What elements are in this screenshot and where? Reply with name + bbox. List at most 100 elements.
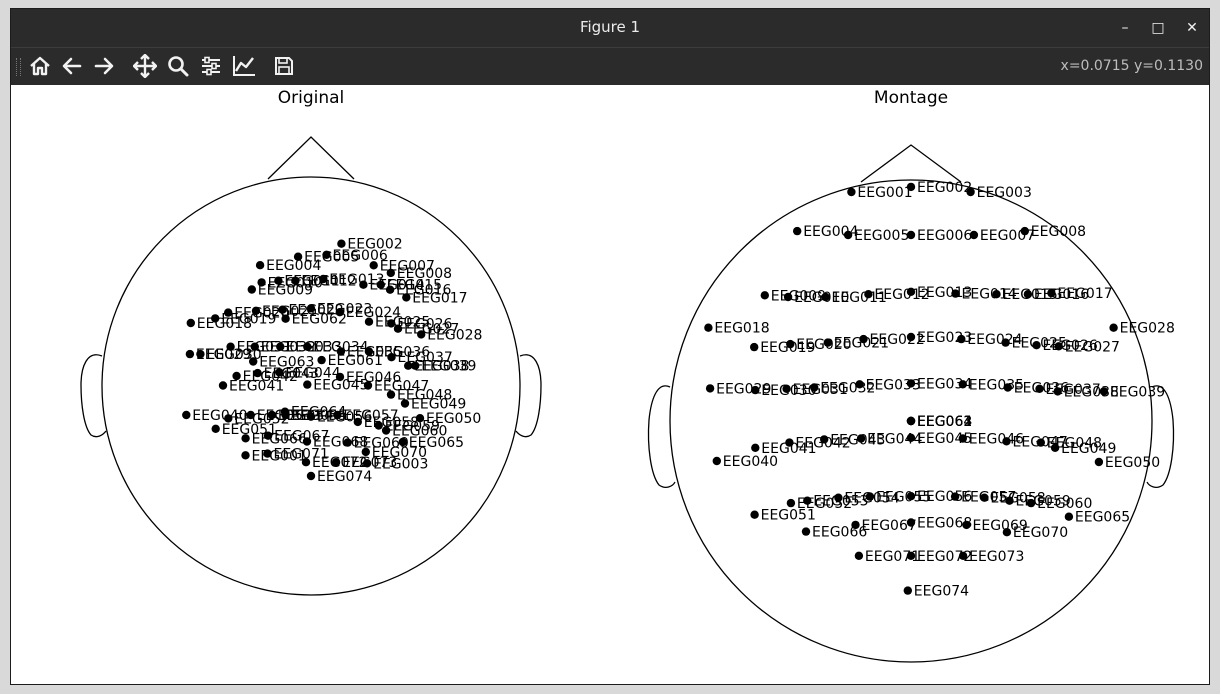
electrode-marker	[906, 182, 916, 192]
electrode-label: EEG003	[977, 185, 1032, 201]
electrode-marker	[211, 314, 220, 323]
back-button[interactable]	[58, 53, 86, 79]
electrode-marker	[1002, 528, 1012, 537]
electrode-eeg001: EEG001	[241, 448, 307, 464]
electrode-marker	[801, 527, 811, 536]
electrode-marker	[859, 334, 868, 344]
cursor-coordinates: x=0.0715 y=0.1130	[1060, 58, 1203, 74]
electrode-marker	[957, 334, 966, 344]
electrode-marker	[343, 438, 352, 447]
electrode-marker	[950, 492, 960, 501]
electrode-marker	[385, 285, 395, 294]
electrode-marker	[224, 308, 233, 317]
electrode-marker	[864, 290, 873, 299]
forward-button[interactable]	[90, 53, 118, 79]
electrode-label: EEG017	[1057, 286, 1112, 302]
electrode-marker	[291, 276, 300, 285]
electrode-marker	[322, 250, 331, 259]
electrode-eeg049: EEG049	[400, 397, 466, 413]
electrode-label: EEG001	[252, 448, 307, 464]
electrode-eeg074: EEG074	[903, 584, 969, 600]
configure-subplots-icon	[202, 56, 220, 76]
original-electrodes: EEG002EEG005EEG006EEG004 EEG007EEG008EEG0…	[182, 237, 482, 485]
electrode-label: EEG018	[714, 321, 769, 337]
toolbar-grip[interactable]	[16, 58, 21, 76]
electrode-marker	[823, 338, 832, 347]
electrode-eeg064: EEG064	[280, 405, 346, 421]
electrode-marker	[335, 372, 345, 382]
electrode-eeg003: EEG003	[362, 456, 428, 472]
electrode-marker	[411, 361, 420, 370]
electrode-marker	[1003, 383, 1012, 392]
electrode-marker	[906, 492, 916, 501]
electrode-marker	[186, 318, 195, 328]
figure-canvas[interactable]: Original Montage EEG002 EEG005 EEG006 EEG00…	[11, 85, 1209, 684]
electrode-eeg004: EEG004	[255, 258, 321, 274]
electrode-eeg067: EEG067	[851, 518, 917, 534]
configure-subplots-button[interactable]	[197, 53, 225, 79]
electrode-marker	[1054, 342, 1063, 351]
save-button[interactable]	[270, 53, 298, 79]
electrode-marker	[865, 492, 875, 501]
electrode-eeg039: EEG039	[411, 359, 476, 375]
electrode-marker	[980, 493, 989, 502]
electrode-label: EEG004	[266, 258, 321, 274]
electrode-marker	[303, 342, 312, 351]
electrode-label: EEG074	[914, 584, 969, 600]
window-title: Figure 1	[579, 18, 641, 36]
electrode-marker	[1020, 226, 1029, 236]
electrode-marker	[1099, 387, 1109, 396]
electrode-marker	[843, 230, 853, 240]
electrode-marker	[353, 417, 362, 427]
electrode-eeg063: EEG063	[249, 355, 314, 371]
title-bar: Figure 1 – □ ✕	[11, 9, 1209, 47]
zoom-button[interactable]	[164, 53, 192, 79]
electrode-eeg005: EEG005	[843, 228, 909, 244]
electrode-label: EEG028	[1120, 321, 1175, 337]
electrode-marker	[185, 349, 195, 359]
electrode-marker	[182, 410, 191, 420]
electrode-marker	[855, 380, 864, 389]
electrode-marker	[247, 285, 256, 294]
electrode-eeg061: EEG061	[317, 353, 383, 369]
pan-button[interactable]	[131, 53, 159, 79]
electrode-label: EEG050	[1105, 455, 1160, 471]
montage-electrodes: EEG001 EEG002 EEG003EEG004EEG005 EEG006 EEG0…	[704, 180, 1175, 600]
electrode-marker	[782, 384, 791, 393]
electrode-marker	[906, 551, 916, 560]
minimize-button[interactable]: –	[1115, 18, 1135, 38]
electrode-label: EEG062	[292, 312, 347, 328]
electrode-label: EEG061	[328, 353, 383, 369]
electrode-marker	[246, 410, 255, 420]
electrode-marker	[903, 586, 912, 595]
maximize-icon: □	[1151, 20, 1165, 36]
edit-axis-button[interactable]	[230, 53, 258, 79]
electrode-label: EEG039	[1110, 384, 1165, 400]
electrode-eeg064: EEG064	[906, 414, 972, 430]
electrode-marker	[958, 434, 967, 443]
electrode-label: EEG064	[291, 405, 346, 421]
electrode-marker	[751, 443, 760, 452]
electrode-marker	[847, 187, 856, 197]
figure-window: Figure 1 – □ ✕ x=0.0715 y=0.1130 Origina…	[10, 8, 1210, 685]
close-button[interactable]: ✕	[1182, 18, 1202, 38]
electrode-label: EEG027	[1065, 339, 1120, 355]
electrode-marker	[750, 342, 759, 352]
electrode-marker	[381, 426, 391, 435]
zoom-icon	[168, 56, 189, 77]
montage-head-outline	[647, 144, 1175, 663]
electrode-marker	[362, 459, 372, 468]
electrode-marker	[785, 438, 794, 447]
electrode-marker	[750, 510, 759, 519]
electrode-marker	[196, 349, 205, 359]
minimize-icon: –	[1121, 20, 1129, 36]
electrode-marker	[793, 226, 802, 236]
home-button[interactable]	[26, 53, 54, 79]
electrode-label: EEG028	[427, 327, 482, 343]
electrode-marker	[317, 355, 326, 365]
home-icon	[30, 56, 50, 76]
electrode-marker	[906, 332, 916, 342]
electrode-marker	[363, 381, 373, 390]
electrode-marker	[278, 305, 287, 314]
maximize-button[interactable]: □	[1148, 18, 1168, 38]
